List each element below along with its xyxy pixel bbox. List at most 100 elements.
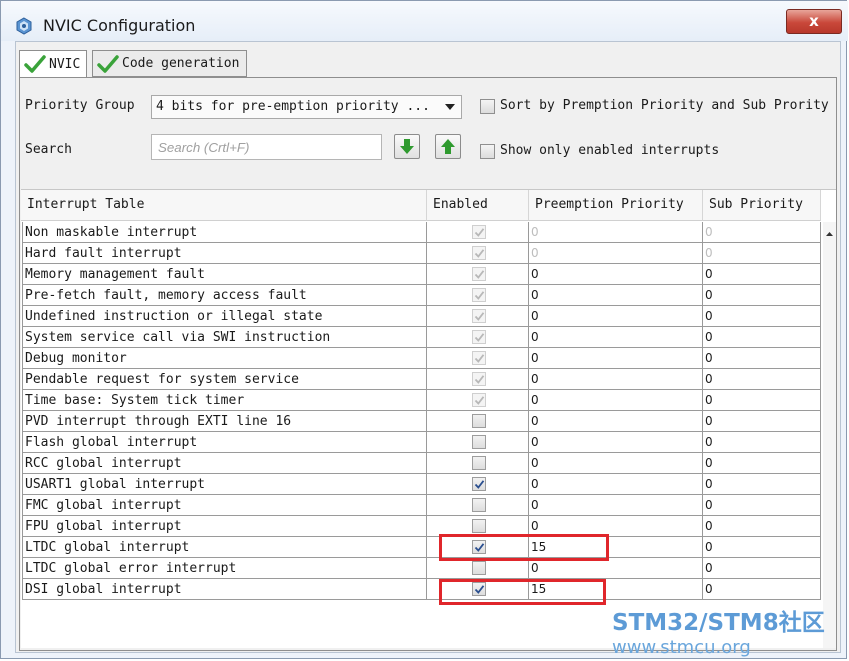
- close-button[interactable]: x: [786, 9, 842, 34]
- enabled-checkbox[interactable]: [472, 561, 486, 575]
- table-row[interactable]: Non maskable interrupt 0 0: [21, 222, 821, 243]
- enabled-checkbox[interactable]: [472, 456, 486, 470]
- table-row[interactable]: PVD interrupt through EXTI line 16 0 0: [21, 411, 821, 432]
- enabled-checkbox[interactable]: [472, 414, 486, 428]
- preemption-priority-cell[interactable]: 0: [529, 390, 703, 411]
- title-bar: NVIC Configuration x: [1, 1, 848, 41]
- enabled-checkbox[interactable]: [472, 519, 486, 533]
- preemption-priority-cell[interactable]: 0: [529, 432, 703, 453]
- preemption-priority-cell[interactable]: 0: [529, 285, 703, 306]
- enabled-checkbox[interactable]: [472, 477, 486, 491]
- preemption-priority-cell[interactable]: 0: [529, 327, 703, 348]
- table-row[interactable]: FMC global interrupt 0 0: [21, 495, 821, 516]
- preemption-priority-cell[interactable]: 0: [529, 453, 703, 474]
- sub-priority-cell[interactable]: 0: [703, 222, 821, 243]
- search-label: Search: [25, 142, 72, 157]
- enabled-cell: [427, 474, 529, 495]
- table-row[interactable]: Pre-fetch fault, memory access fault 0 0: [21, 285, 821, 306]
- column-header-enabled[interactable]: Enabled: [427, 190, 529, 221]
- close-icon: x: [809, 12, 819, 30]
- table-row[interactable]: System service call via SWI instruction 0…: [21, 327, 821, 348]
- column-header-sub[interactable]: Sub Priority: [703, 190, 821, 221]
- sub-priority-cell[interactable]: 0: [703, 516, 821, 537]
- preemption-priority-cell[interactable]: 0: [529, 348, 703, 369]
- table-row[interactable]: DSI global interrupt 15 0: [21, 579, 821, 600]
- enabled-checkbox[interactable]: [472, 498, 486, 512]
- preemption-priority-cell[interactable]: 0: [529, 495, 703, 516]
- table-row[interactable]: Flash global interrupt 0 0: [21, 432, 821, 453]
- table-row[interactable]: USART1 global interrupt 0 0: [21, 474, 821, 495]
- table-row[interactable]: Memory management fault 0 0: [21, 264, 821, 285]
- sort-checkbox[interactable]: [480, 99, 495, 114]
- sub-priority-cell[interactable]: 0: [703, 243, 821, 264]
- enabled-checkbox: [472, 288, 486, 302]
- sub-priority-cell[interactable]: 0: [703, 348, 821, 369]
- interrupt-name: DSI global interrupt: [22, 579, 427, 600]
- column-header-preemption[interactable]: Preemption Priority: [529, 190, 703, 221]
- sub-priority-cell[interactable]: 0: [703, 306, 821, 327]
- interrupt-name: Flash global interrupt: [22, 432, 427, 453]
- interrupt-name: Pendable request for system service: [22, 369, 427, 390]
- show-enabled-checkbox[interactable]: [480, 144, 495, 159]
- enabled-cell: [427, 369, 529, 390]
- sub-priority-cell[interactable]: 0: [703, 390, 821, 411]
- enabled-checkbox: [472, 393, 486, 407]
- green-check-icon: [24, 55, 46, 73]
- checkmark-icon: [474, 354, 485, 363]
- gear-cube-icon: [16, 17, 32, 35]
- preemption-priority-cell[interactable]: 0: [529, 369, 703, 390]
- enabled-cell: [427, 264, 529, 285]
- preemption-priority-cell[interactable]: 0: [529, 264, 703, 285]
- checkmark-icon: [474, 480, 485, 489]
- priority-group-select[interactable]: 4 bits for pre-emption priority ...: [151, 95, 462, 119]
- table-row[interactable]: Undefined instruction or illegal state 0 0: [21, 306, 821, 327]
- sub-priority-cell[interactable]: 0: [703, 327, 821, 348]
- sub-priority-cell[interactable]: 0: [703, 474, 821, 495]
- checkmark-icon: [474, 396, 485, 405]
- preemption-priority-cell[interactable]: 0: [529, 411, 703, 432]
- interrupt-name: System service call via SWI instruction: [22, 327, 427, 348]
- search-previous-button[interactable]: [435, 134, 461, 159]
- enabled-checkbox[interactable]: [472, 435, 486, 449]
- checkmark-icon: [474, 228, 485, 237]
- sub-priority-cell[interactable]: 0: [703, 369, 821, 390]
- table-row[interactable]: FPU global interrupt 0 0: [21, 516, 821, 537]
- table-row[interactable]: RCC global interrupt 0 0: [21, 453, 821, 474]
- sub-priority-cell[interactable]: 0: [703, 411, 821, 432]
- sub-priority-cell[interactable]: 0: [703, 537, 821, 558]
- search-next-button[interactable]: [394, 134, 420, 159]
- table-row[interactable]: Time base: System tick timer 0 0: [21, 390, 821, 411]
- sub-priority-cell[interactable]: 0: [703, 432, 821, 453]
- search-input[interactable]: [151, 134, 382, 160]
- sub-priority-cell[interactable]: 0: [703, 285, 821, 306]
- table-row[interactable]: Pendable request for system service 0 0: [21, 369, 821, 390]
- table-row[interactable]: LTDC global error interrupt 0 0: [21, 558, 821, 579]
- sub-priority-cell[interactable]: 0: [703, 453, 821, 474]
- watermark-url: www.stmcu.org: [612, 637, 751, 658]
- interrupt-name: Hard fault interrupt: [22, 243, 427, 264]
- enabled-checkbox: [472, 225, 486, 239]
- table-row[interactable]: Hard fault interrupt 0 0: [21, 243, 821, 264]
- interrupt-name: FPU global interrupt: [22, 516, 427, 537]
- priority-group-label: Priority Group: [25, 98, 135, 113]
- green-check-icon: [97, 54, 119, 73]
- arrow-up-icon: [441, 139, 455, 154]
- tab-code-generation[interactable]: Code generation: [92, 50, 247, 77]
- preemption-priority-cell[interactable]: 0: [529, 558, 703, 579]
- tab-nvic[interactable]: NVIC: [19, 50, 88, 78]
- sub-priority-cell[interactable]: 0: [703, 495, 821, 516]
- preemption-priority-cell[interactable]: 0: [529, 306, 703, 327]
- checkmark-icon: [474, 270, 485, 279]
- preemption-priority-cell[interactable]: 0: [529, 474, 703, 495]
- preemption-priority-cell[interactable]: 0: [529, 243, 703, 264]
- vertical-scrollbar[interactable]: [823, 222, 836, 648]
- sub-priority-cell[interactable]: 0: [703, 579, 821, 600]
- column-header-interrupt[interactable]: Interrupt Table: [21, 190, 427, 221]
- interrupt-name: USART1 global interrupt: [22, 474, 427, 495]
- enabled-cell: [427, 243, 529, 264]
- table-row[interactable]: LTDC global interrupt 15 0: [21, 537, 821, 558]
- table-row[interactable]: Debug monitor 0 0: [21, 348, 821, 369]
- preemption-priority-cell[interactable]: 0: [529, 222, 703, 243]
- sub-priority-cell[interactable]: 0: [703, 558, 821, 579]
- sub-priority-cell[interactable]: 0: [703, 264, 821, 285]
